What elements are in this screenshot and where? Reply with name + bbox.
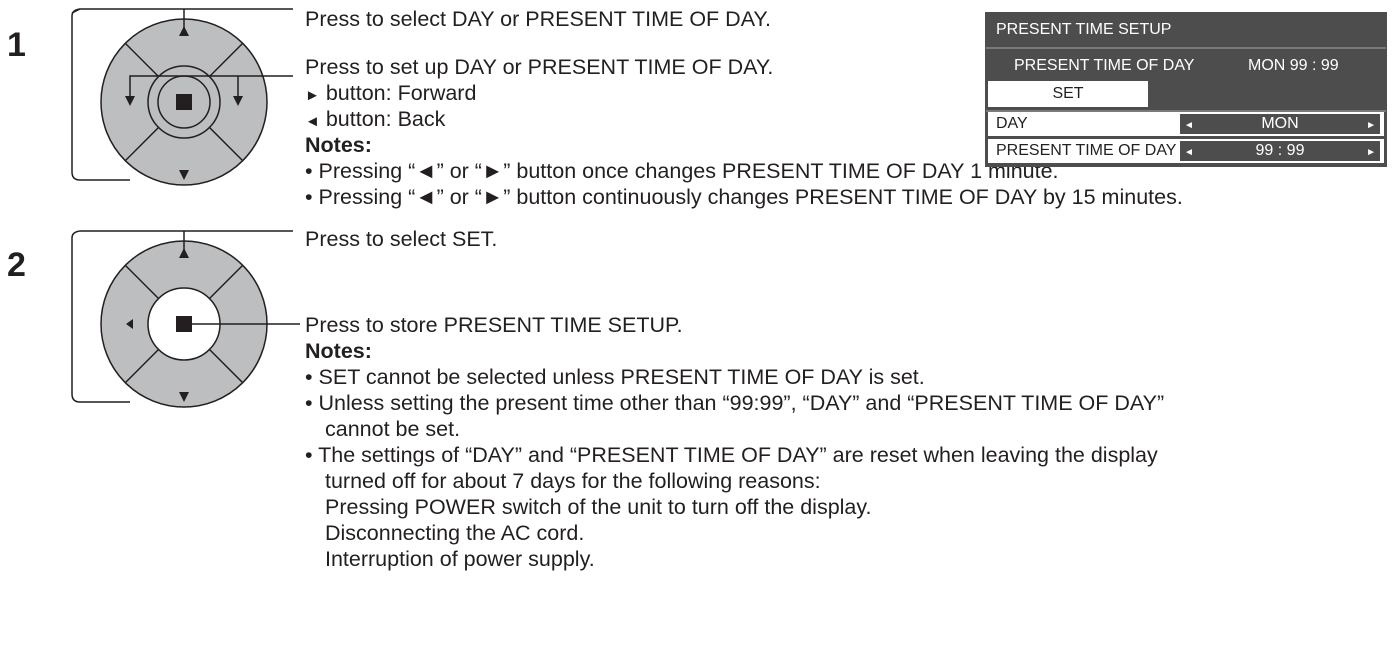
remote-control-icon-step2 [71, 230, 300, 408]
menu-ptod-label: PRESENT TIME OF DAY [996, 142, 1177, 159]
triangle-right-icon: ► [305, 87, 320, 104]
step1-forward-line: ► button: Forward [305, 81, 477, 105]
menu-day-row[interactable]: DAY ◄ MON ► [988, 112, 1384, 136]
triangle-left-icon: ◄ [305, 113, 320, 130]
menu-ptod-selector[interactable]: ◄ 99 : 99 ► [1180, 141, 1380, 161]
triangle-right-icon: ► [1366, 120, 1376, 131]
step1-note-2: • Pressing “◄” or “►” button continuousl… [305, 185, 1183, 209]
step2-note-2-cont: cannot be set. [325, 417, 461, 441]
step1-select-line: Press to select DAY or PRESENT TIME OF D… [305, 7, 771, 31]
menu-ptod-row[interactable]: PRESENT TIME OF DAY ◄ 99 : 99 ► [988, 139, 1384, 163]
triangle-right-icon: ► [1366, 147, 1376, 158]
step2-select-line: Press to select SET. [305, 227, 498, 251]
step-1-number: 1 [7, 26, 26, 64]
step2-note-3: • The settings of “DAY” and “PRESENT TIM… [305, 443, 1158, 467]
step2-note-3-cont: turned off for about 7 days for the foll… [325, 469, 821, 493]
step2-reason-2: Disconnecting the AC cord. [325, 521, 585, 545]
menu-ptod-value: 99 : 99 [1255, 142, 1305, 159]
step2-reason-3: Interruption of power supply. [325, 547, 595, 571]
step2-note-1: • SET cannot be selected unless PRESENT … [305, 365, 925, 389]
step1-notes-label: Notes: [305, 133, 372, 157]
menu-day-selector[interactable]: ◄ MON ► [1180, 114, 1380, 134]
step-2-number: 2 [7, 246, 26, 284]
step2-notes-label: Notes: [305, 339, 372, 363]
menu-present-time-label: PRESENT TIME OF DAY [1014, 57, 1195, 74]
menu-set-button[interactable]: SET [988, 81, 1148, 107]
menu-title: PRESENT TIME SETUP [996, 21, 1172, 38]
step1-back-line: ◄ button: Back [305, 107, 446, 131]
step1-setup-line: Press to set up DAY or PRESENT TIME OF D… [305, 55, 774, 79]
menu-present-time-value: MON 99 : 99 [1248, 57, 1339, 74]
step1-note-1: • Pressing “◄” or “►” button once change… [305, 159, 1059, 183]
present-time-setup-menu: PRESENT TIME SETUP PRESENT TIME OF DAY M… [985, 12, 1387, 167]
step2-store-line: Press to store PRESENT TIME SETUP. [305, 313, 683, 337]
step2-reason-1: Pressing POWER switch of the unit to tur… [325, 495, 872, 519]
menu-day-label: DAY [996, 115, 1028, 132]
step2-note-2: • Unless setting the present time other … [305, 391, 1165, 415]
menu-day-value: MON [1261, 115, 1299, 132]
remote-control-icon-step1 [71, 8, 293, 186]
